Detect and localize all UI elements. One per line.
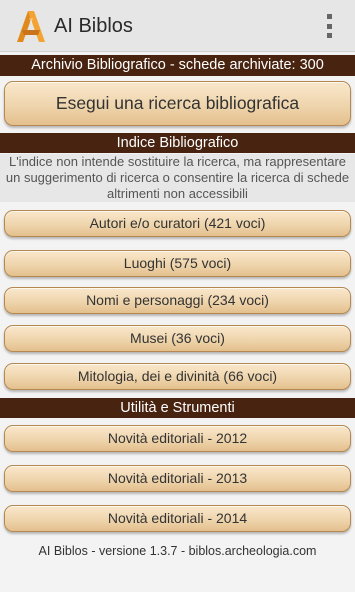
footer-version-text: AI Biblos - versione 1.3.7 - biblos.arch… — [38, 544, 317, 558]
index-places-button[interactable]: Luoghi (575 voci) — [4, 250, 351, 277]
overflow-menu-icon[interactable] — [325, 14, 333, 38]
action-bar: AI Biblos — [0, 0, 355, 52]
ai-biblos-logo-icon[interactable] — [14, 9, 48, 43]
archive-count-header: Archivio Bibliografico - schede archivia… — [0, 55, 355, 76]
index-notice-text: L'indice non intende sostituire la ricer… — [0, 154, 355, 202]
index-authors-button[interactable]: Autori e/o curatori (421 voci) — [4, 210, 351, 237]
app-title: AI Biblos — [54, 15, 133, 37]
index-museums-button[interactable]: Musei (36 voci) — [4, 325, 351, 352]
index-section-header: Indice Bibliografico — [0, 133, 355, 153]
tools-section-header: Utilità e Strumenti — [0, 398, 355, 418]
new-releases-2012-button[interactable]: Novità editoriali - 2012 — [4, 425, 351, 452]
bibliographic-search-button[interactable]: Esegui una ricerca bibliografica — [4, 81, 351, 126]
index-names-button[interactable]: Nomi e personaggi (234 voci) — [4, 287, 351, 314]
new-releases-2014-button[interactable]: Novità editoriali - 2014 — [4, 505, 351, 532]
new-releases-2013-button[interactable]: Novità editoriali - 2013 — [4, 465, 351, 492]
index-mythology-button[interactable]: Mitologia, dei e divinità (66 voci) — [4, 363, 351, 390]
